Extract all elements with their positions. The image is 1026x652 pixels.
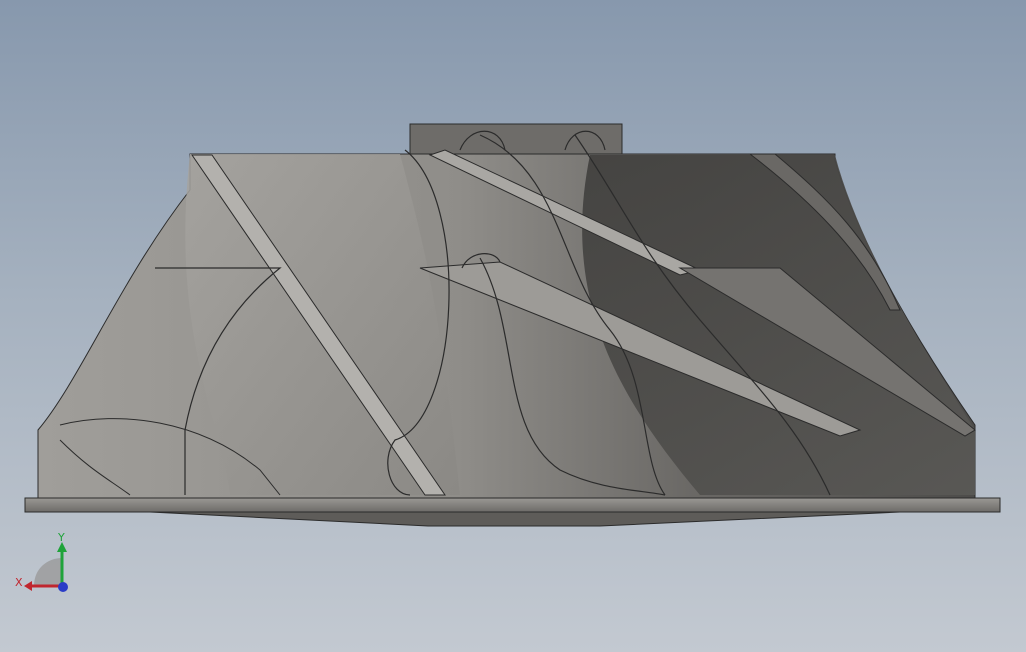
orientation-triad: Y X xyxy=(15,531,68,592)
triad-shading xyxy=(34,558,62,586)
x-axis-arrowhead xyxy=(24,581,32,591)
graphics-viewport[interactable]: Y X xyxy=(0,0,1026,652)
z-axis-dot xyxy=(58,582,68,592)
base-disk xyxy=(24,497,1001,513)
shaft-stub xyxy=(409,123,623,155)
impeller-model[interactable] xyxy=(0,0,1026,652)
y-axis-label: Y xyxy=(57,531,65,544)
x-axis-label: X xyxy=(15,576,23,589)
base-underside xyxy=(149,511,901,527)
